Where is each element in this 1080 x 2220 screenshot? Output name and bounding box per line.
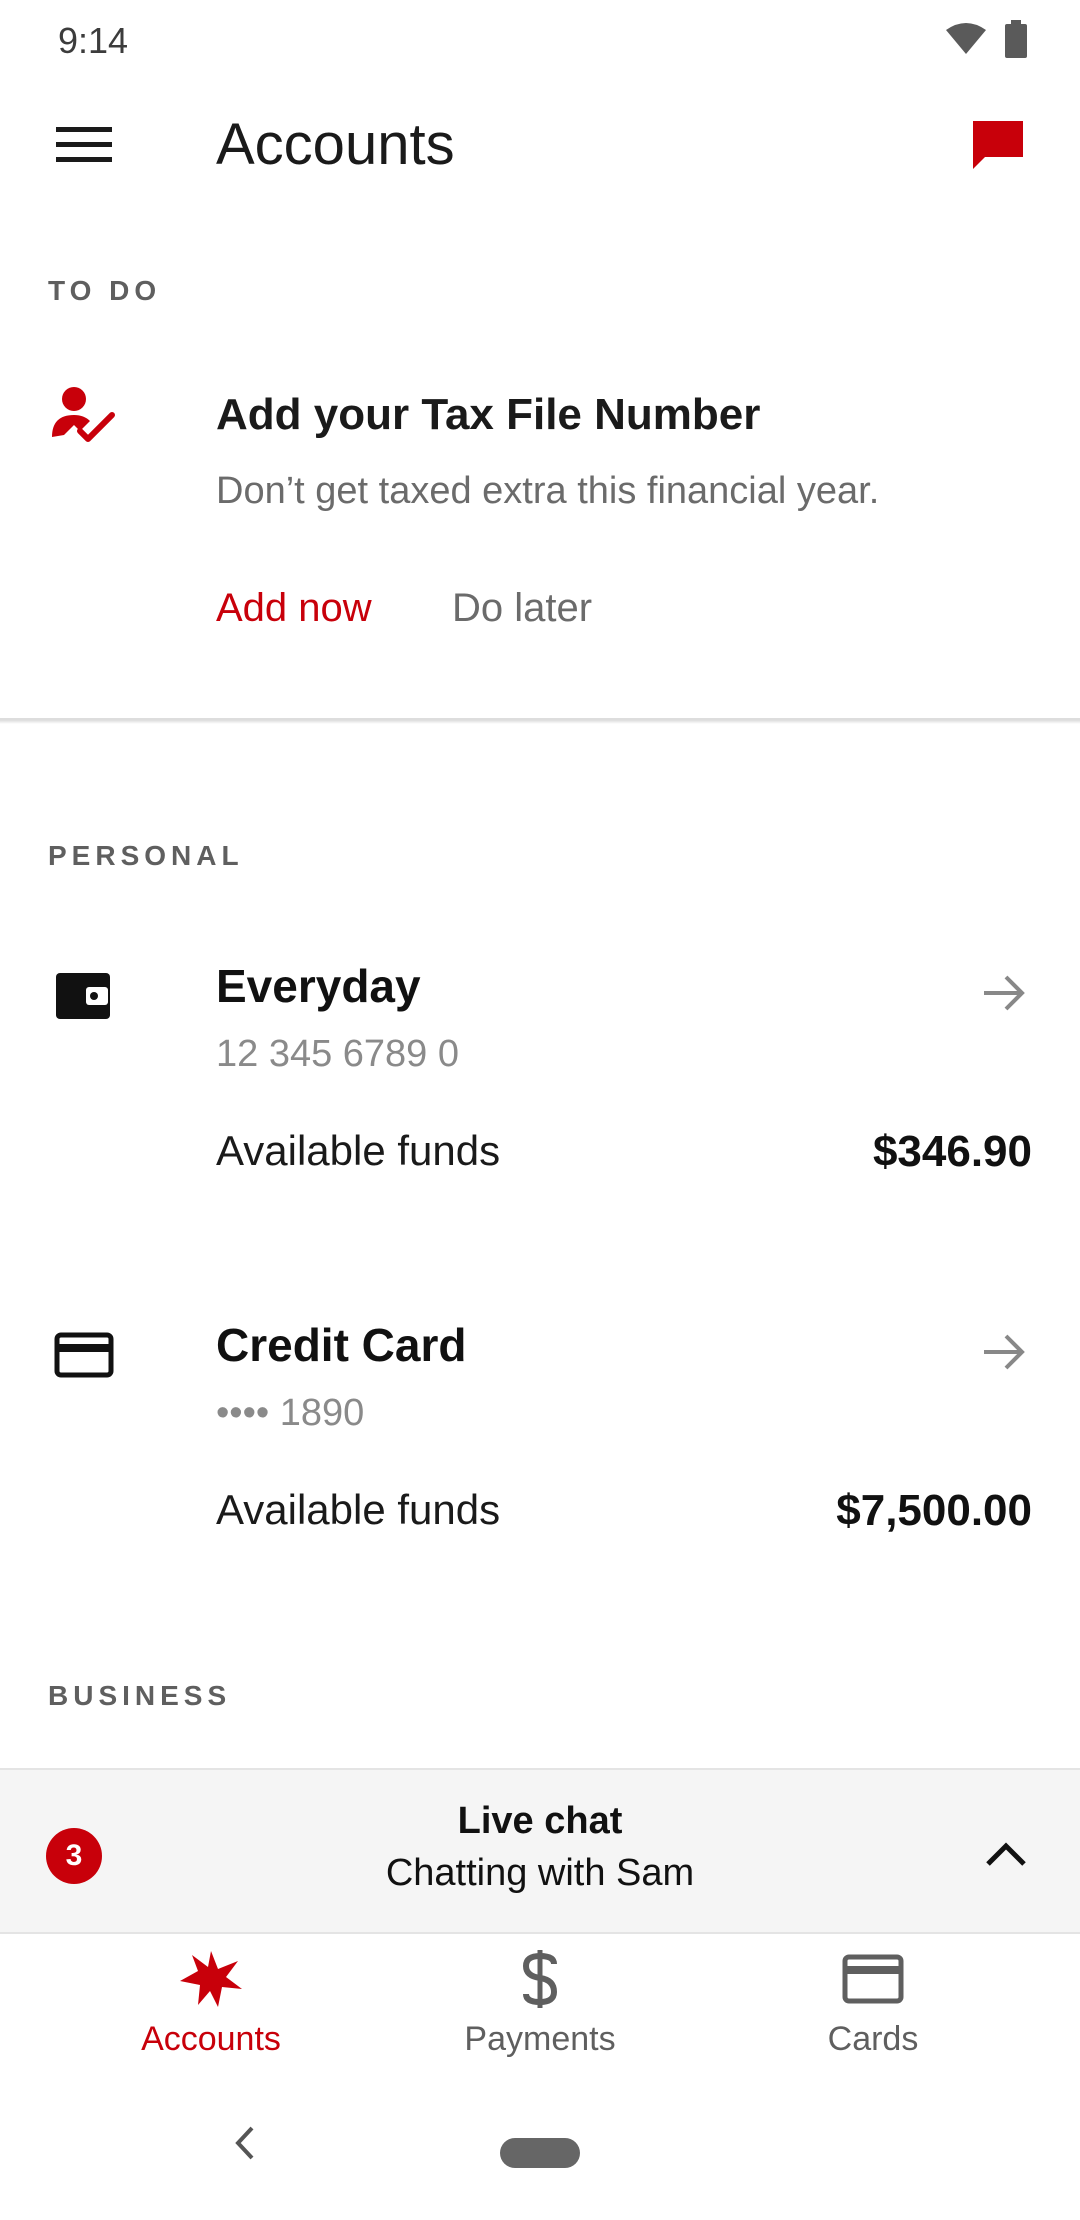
status-icons [946, 20, 1028, 58]
account-number: •••• 1890 [216, 1392, 365, 1434]
account-name: Everyday [216, 960, 421, 1012]
hamburger-menu-icon [56, 127, 112, 162]
nav-item-payments[interactable]: Payments [390, 1948, 690, 2068]
account-row-everyday[interactable]: Everyday 12 345 6789 0 Available funds $… [0, 955, 1080, 1255]
live-chat-subtitle: Chatting with Sam [385, 1852, 695, 1894]
wifi-icon [946, 23, 986, 54]
status-time: 9:14 [58, 20, 129, 61]
available-funds-value: $346.90 [872, 1127, 1032, 1176]
bottom-navigation: Accounts Payments Cards [0, 1934, 1080, 2080]
arrow-right-icon [984, 1334, 1025, 1370]
nav-label: Cards [827, 2020, 919, 2058]
credit-card-icon [54, 1332, 114, 1378]
arrow-right-icon [984, 975, 1025, 1011]
live-chat-title: Live chat [457, 1800, 623, 1842]
user-check-icon [52, 387, 115, 442]
system-navigation-bar [0, 2080, 1080, 2220]
do-later-button[interactable]: Do later [452, 586, 592, 631]
nav-item-cards[interactable]: Cards [723, 1948, 1023, 2068]
nav-item-accounts[interactable]: Accounts [61, 1948, 361, 2068]
available-funds-value: $7,500.00 [836, 1486, 1032, 1535]
wallet-icon [56, 973, 110, 1019]
section-label-business: BUSINESS [48, 1680, 232, 1711]
status-bar: 9:14 [0, 0, 1080, 80]
home-pill[interactable] [500, 2138, 580, 2168]
available-funds-label: Available funds [216, 1486, 501, 1533]
account-row-credit-card[interactable]: Credit Card •••• 1890 Available funds $7… [0, 1314, 1080, 1614]
todo-description: Don’t get taxed extra this financial yea… [216, 470, 880, 512]
todo-title: Add your Tax File Number [216, 390, 761, 439]
section-divider [0, 718, 1080, 724]
dollar-icon [505, 1948, 575, 2010]
available-funds-label: Available funds [216, 1127, 501, 1174]
nav-label: Payments [464, 2020, 616, 2058]
star-logo-icon [176, 1948, 246, 2010]
nav-label: Accounts [141, 2020, 281, 2058]
chat-button[interactable] [960, 110, 1036, 180]
account-number: 12 345 6789 0 [216, 1033, 460, 1075]
app-bar: Accounts [0, 80, 1080, 210]
account-name: Credit Card [216, 1319, 467, 1371]
section-label-todo: TO DO [48, 275, 162, 306]
card-icon [838, 1948, 908, 2010]
menu-button[interactable] [46, 110, 122, 180]
chevron-up-icon[interactable] [978, 1826, 1034, 1882]
chat-bubble-icon [973, 121, 1023, 169]
section-label-personal: PERSONAL [48, 840, 244, 871]
add-now-button[interactable]: Add now [216, 586, 372, 631]
page-title: Accounts [216, 112, 455, 177]
live-chat-bar[interactable]: 3 Live chat Chatting with Sam [0, 1768, 1080, 1934]
back-icon[interactable] [222, 2120, 268, 2166]
battery-icon [1005, 20, 1027, 58]
